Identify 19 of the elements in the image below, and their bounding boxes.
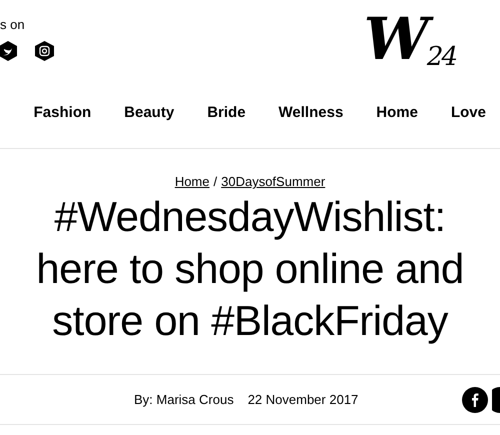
follow-text: s on [0,17,26,32]
instagram-icon[interactable] [35,41,54,61]
author-name: By: Marisa Crous [134,392,234,407]
article-title: #WednesdayWishlist: [54,192,446,242]
nav-link[interactable]: Love [450,104,486,121]
nav-link[interactable]: Bride [207,104,246,121]
article-title: store on #BlackFriday [52,296,448,346]
logo[interactable]: W$_{24}$ [364,10,456,88]
breadcrumb-separator: / [214,174,218,189]
breadcrumb-link[interactable]: 30DaysofSummer [221,174,326,189]
breadcrumb-link[interactable]: Home [174,174,210,189]
publish-date: 22 November 2017 [248,392,358,407]
article-title: here to shop online and [36,244,464,294]
nav-link[interactable]: Wellness [278,104,344,121]
nav-link[interactable]: Home [376,104,418,121]
twitter-icon[interactable] [0,41,18,61]
nav-link[interactable]: Beauty [124,104,174,121]
facebook-icon[interactable] [462,386,488,412]
nav-link[interactable]: Fashion [34,104,92,121]
